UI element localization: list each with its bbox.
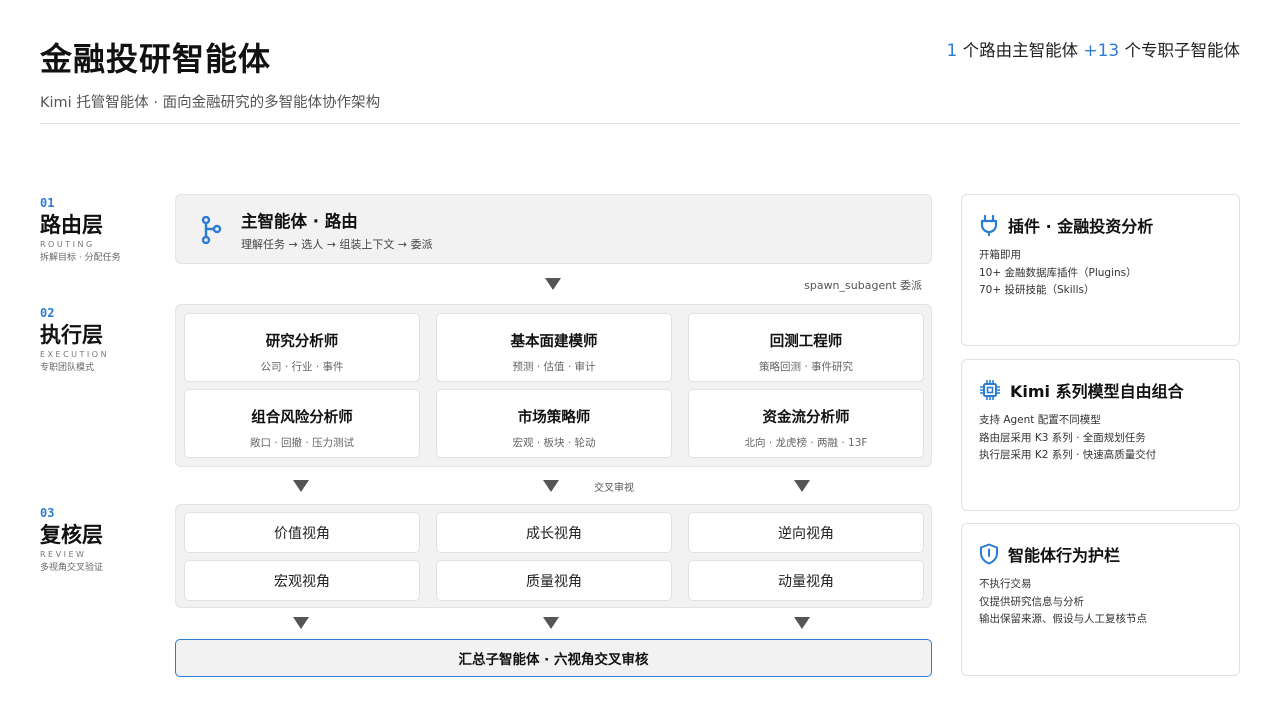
branch-icon [201, 216, 222, 244]
down-arrow-icon [794, 617, 810, 629]
router-count-label: 个路由主智能体 [957, 41, 1084, 60]
agent-count-summary: 1 个路由主智能体 +13 个专职子智能体 [947, 37, 1240, 61]
chip-icon [980, 380, 1000, 400]
review-panel: 价值视角 成长视角 逆向视角 宏观视角 质量视角 动量视角 [175, 504, 932, 608]
side-panel-guardrails: 智能体行为护栏 不执行交易 仅提供研究信息与分析 输出保留来源、假设与人工复核节… [961, 523, 1240, 676]
layer-name: 复核层 [40, 523, 103, 547]
side-panel-plugins: 插件 · 金融投资分析 开箱即用 10+ 金融数据库插件（Plugins） 70… [961, 194, 1240, 346]
agent-card: 回测工程师 策略回测 · 事件研究 [688, 313, 924, 382]
agent-title: 基本面建模师 [510, 334, 598, 350]
layer-name: 路由层 [40, 213, 103, 237]
agent-card: 基本面建模师 预测 · 估值 · 审计 [436, 313, 672, 382]
side-panel-title: 插件 · 金融投资分析 [1008, 217, 1154, 236]
side-panel-lines: 支持 Agent 配置不同模型 路由层采用 K3 系列 · 全面规划任务 执行层… [979, 412, 1156, 465]
side-panel-line: 输出保留来源、假设与人工复核节点 [979, 613, 1147, 625]
perspective-card: 动量视角 [688, 560, 924, 601]
side-panel-line: 70+ 投研技能（Skills） [979, 284, 1095, 296]
page-title: 金融投研智能体 [40, 40, 272, 78]
agent-title: 市场策略师 [517, 410, 591, 426]
routing-title: 主智能体 · 路由 [241, 212, 358, 231]
agent-desc: 策略回测 · 事件研究 [758, 361, 853, 373]
agent-desc: 宏观 · 板块 · 轮动 [512, 437, 596, 449]
perspective-card: 逆向视角 [688, 512, 924, 553]
plug-icon [980, 214, 998, 236]
layer-english: REVIEW [40, 550, 87, 559]
down-arrow-icon [545, 278, 561, 290]
agent-title: 资金流分析师 [762, 410, 850, 426]
side-panel-line: 不执行交易 [979, 578, 1032, 590]
side-panel-line: 仅提供研究信息与分析 [979, 595, 1084, 608]
layer-english: ROUTING [40, 240, 95, 249]
layer-desc: 拆解目标 · 分配任务 [40, 253, 121, 263]
agent-desc: 预测 · 估值 · 审计 [512, 361, 596, 373]
agent-card: 资金流分析师 北向 · 龙虎榜 · 两融 · 13F [688, 389, 924, 458]
layer-name: 执行层 [40, 323, 103, 347]
layer-label-routing: 01 路由层 ROUTING 拆解目标 · 分配任务 [40, 196, 160, 263]
agent-desc: 公司 · 行业 · 事件 [260, 361, 344, 373]
perspective-card: 价值视角 [184, 512, 420, 553]
side-panel-line: 10+ 金融数据库插件（Plugins） [979, 266, 1137, 279]
summary-agent-box: 汇总子智能体 · 六视角交叉审核 [175, 639, 932, 677]
perspective-card: 宏观视角 [184, 560, 420, 601]
agent-title: 组合风险分析师 [251, 410, 353, 426]
side-panel-line: 支持 Agent 配置不同模型 [979, 414, 1101, 426]
layer-number: 03 [40, 506, 55, 520]
layer-desc: 专职团队模式 [40, 363, 95, 373]
header-divider [40, 123, 1240, 124]
agent-card: 市场策略师 宏观 · 板块 · 轮动 [436, 389, 672, 458]
down-arrow-icon [293, 617, 309, 629]
side-panel-title: Kimi 系列模型自由组合 [1010, 382, 1184, 401]
side-panel-line: 开箱即用 [979, 249, 1021, 261]
routing-desc: 理解任务 → 选人 → 组装上下文 → 委派 [241, 238, 433, 251]
down-arrow-icon [543, 617, 559, 629]
spawn-note: spawn_subagent 委派 [804, 279, 922, 292]
agent-card: 研究分析师 公司 · 行业 · 事件 [184, 313, 420, 382]
down-arrow-icon [543, 480, 559, 492]
layer-number: 01 [40, 196, 55, 210]
perspective-card: 质量视角 [436, 560, 672, 601]
layer-desc: 多视角交叉验证 [40, 563, 104, 573]
agent-title: 研究分析师 [265, 334, 339, 350]
layer-english: EXECUTION [40, 350, 110, 359]
layer-number: 02 [40, 306, 55, 320]
side-panel-line: 执行层采用 K2 系列 · 快速高质量交付 [979, 449, 1157, 461]
down-arrow-icon [293, 480, 309, 492]
execution-panel: 研究分析师 公司 · 行业 · 事件 基本面建模师 预测 · 估值 · 审计 回… [175, 304, 932, 467]
side-panel-line: 路由层采用 K3 系列 · 全面规划任务 [979, 431, 1146, 444]
subagent-count: +13 [1083, 41, 1120, 61]
layer-label-review: 03 复核层 REVIEW 多视角交叉验证 [40, 506, 160, 573]
agent-card: 组合风险分析师 敞口 · 回撤 · 压力测试 [184, 389, 420, 458]
side-panel-lines: 开箱即用 10+ 金融数据库插件（Plugins） 70+ 投研技能（Skill… [979, 247, 1137, 300]
side-panel-models: Kimi 系列模型自由组合 支持 Agent 配置不同模型 路由层采用 K3 系… [961, 359, 1240, 511]
subagent-count-label: 个专职子智能体 [1119, 41, 1240, 60]
router-count: 1 [946, 41, 958, 61]
shield-icon [980, 543, 998, 565]
down-arrow-icon [794, 480, 810, 492]
side-panel-lines: 不执行交易 仅提供研究信息与分析 输出保留来源、假设与人工复核节点 [979, 576, 1147, 629]
routing-panel: 主智能体 · 路由 理解任务 → 选人 → 组装上下文 → 委派 [175, 194, 932, 264]
agent-desc: 北向 · 龙虎榜 · 两融 · 13F [744, 437, 868, 449]
perspective-card: 成长视角 [436, 512, 672, 553]
side-panel-title: 智能体行为护栏 [1008, 546, 1121, 565]
layer-label-execution: 02 执行层 EXECUTION 专职团队模式 [40, 306, 160, 373]
agent-title: 回测工程师 [769, 334, 843, 350]
agent-desc: 敞口 · 回撤 · 压力测试 [249, 437, 355, 449]
summary-agent-label: 汇总子智能体 · 六视角交叉审核 [458, 652, 649, 668]
cross-review-note: 交叉审视 [594, 483, 634, 494]
page-subtitle: Kimi 托管智能体 · 面向金融研究的多智能体协作架构 [40, 95, 381, 111]
